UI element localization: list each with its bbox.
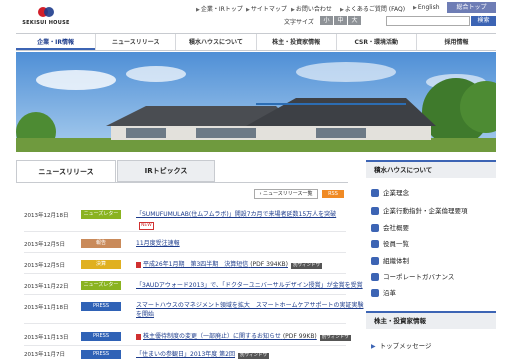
- philosophy-icon: [371, 189, 379, 197]
- arrow-icon: ▶: [246, 7, 250, 13]
- news-category-badge: PRESS: [81, 332, 121, 341]
- new-window-icon: 別ウィンドウ: [238, 353, 269, 359]
- row-divider: [24, 231, 346, 232]
- history-icon: [371, 289, 379, 297]
- pdf-icon: [136, 261, 141, 268]
- row-divider: [24, 345, 346, 346]
- row-divider: [24, 273, 346, 274]
- governance-icon: [371, 273, 379, 281]
- arrow-icon: ▶: [196, 7, 200, 13]
- search-button[interactable]: 検索: [471, 16, 496, 26]
- logo-text: SEKISUI HOUSE: [22, 20, 70, 26]
- news-title-link[interactable]: 株主優待制度の変更（一部廃止）に関するお知らせ (PDF 99KB) 別ウィンドウ: [136, 332, 351, 341]
- hero-image: [16, 52, 496, 152]
- news-title-link[interactable]: 平成26年1月期 第3四半期 決算短信 (PDF 394KB) 別ウィンドウ: [136, 260, 322, 269]
- sidebar-item-governance[interactable]: コーポレートガバナンス: [371, 270, 496, 284]
- row-divider: [24, 323, 346, 324]
- search-input[interactable]: [386, 16, 470, 26]
- tab-ir-topics[interactable]: IRトピックス: [117, 160, 215, 182]
- font-size-medium-button[interactable]: 中: [334, 16, 347, 25]
- news-row: 2013年12月5日 決算 平成26年1月期 第3四半期 決算短信 (PDF 3…: [24, 259, 346, 274]
- tab-news-release[interactable]: ニュースリリース: [16, 160, 116, 183]
- sidebar-item-philosophy[interactable]: 企業理念: [371, 186, 496, 200]
- logo-mark-icon: [38, 6, 54, 18]
- news-row: 2013年12月5日 報告 11月度受注速報: [24, 238, 346, 253]
- guideline-icon: [371, 207, 379, 215]
- building-icon: [371, 224, 379, 232]
- top-link-ir-top[interactable]: ▶企業・IRトップ: [196, 4, 243, 13]
- top-link-faq[interactable]: ▶よくあるご質問 (FAQ): [340, 4, 405, 13]
- news-title-link-cont[interactable]: を開始: [136, 310, 154, 319]
- news-row: 2013年11月22日 ニューズレター 「3AUDアウォード2013」で、「ドク…: [24, 280, 363, 295]
- font-size-large-button[interactable]: 大: [348, 16, 361, 25]
- font-size-small-button[interactable]: 小: [320, 16, 333, 25]
- sidebar-item-company[interactable]: 会社概要: [371, 221, 496, 235]
- house-photo: [16, 52, 496, 152]
- pdf-icon: [136, 333, 141, 340]
- news-row: 2013年12月18日 ニューズレター 「SUMUFUMULAB(住ムフムラボ)…: [24, 209, 346, 232]
- nav-about[interactable]: 積水ハウスについて: [175, 34, 255, 50]
- top-link-english[interactable]: ▶English: [413, 4, 440, 11]
- sidebar-item-guideline[interactable]: 企業行動指針・企業倫理要項: [371, 204, 496, 218]
- row-divider: [24, 252, 346, 253]
- corporate-top-button[interactable]: 総合トップ: [447, 2, 496, 13]
- news-category-badge: PRESS: [81, 302, 121, 311]
- news-row: 2013年11月13日 PRESS 株主優待制度の変更（一部廃止）に関するお知ら…: [24, 331, 351, 346]
- news-category-badge: 決算: [81, 260, 121, 269]
- news-date: 2013年11月18日: [24, 305, 69, 311]
- news-date: 2013年12月5日: [24, 263, 65, 269]
- global-nav: 企業・IR情報 ニュースリリース 積水ハウスについて 株主・投資家情報 CSR・…: [16, 33, 496, 51]
- sidebar-item-organization[interactable]: 組織体制: [371, 254, 496, 268]
- sidebar-heading-about: 積水ハウスについて: [366, 160, 496, 178]
- news-date: 2013年11月22日: [24, 284, 69, 290]
- new-window-icon: 別ウィンドウ: [290, 263, 322, 269]
- nav-news-release[interactable]: ニュースリリース: [95, 34, 175, 50]
- rss-button[interactable]: RSS: [322, 190, 344, 198]
- news-title-link[interactable]: 「SUMUFUMULAB(住ムフムラボ)」開設7カ月で来場者延数15万人を突破: [136, 210, 336, 219]
- news-category-badge: 報告: [81, 239, 121, 248]
- top-link-contact[interactable]: ▶お問い合わせ: [291, 4, 332, 13]
- people-icon: [371, 240, 379, 248]
- nav-corporate-ir[interactable]: 企業・IR情報: [16, 34, 96, 50]
- sekisui-house-logo[interactable]: SEKISUI HOUSE: [16, 6, 76, 30]
- sidebar-item-history[interactable]: 沿革: [371, 286, 496, 300]
- arrow-icon: ▶: [413, 5, 417, 11]
- font-size-label: 文字サイズ: [284, 19, 314, 26]
- top-link-sitemap[interactable]: ▶サイトマップ: [246, 4, 287, 13]
- tabs-divider: [16, 182, 348, 183]
- nav-investors[interactable]: 株主・投資家情報: [255, 34, 336, 50]
- news-row: 2013年11月7日 PRESS 「住まいの参観日」2013年度 第2回 別ウィン…: [24, 350, 346, 359]
- row-divider: [24, 294, 346, 295]
- news-title-link[interactable]: 11月度受注速報: [136, 239, 180, 248]
- sidebar-heading-investors: 株主・投資家情報: [366, 311, 496, 329]
- news-category-badge: ニューズレター: [81, 281, 121, 290]
- news-title-link[interactable]: スマートハウスのマネジメント領域を拡大 スマートホームケアサポートの実証実験: [136, 301, 363, 310]
- news-category-badge: ニューズレター: [81, 210, 121, 219]
- new-window-icon: 別ウィンドウ: [319, 335, 351, 341]
- news-date: 2013年12月5日: [24, 242, 65, 248]
- nav-recruit[interactable]: 採用情報: [415, 34, 496, 50]
- news-date: 2013年11月13日: [24, 335, 69, 341]
- news-title-link[interactable]: 「3AUDアウォード2013」で、「ドクターユニバーサルデザイン授賞」が金賞を受…: [136, 281, 363, 290]
- organization-icon: [371, 257, 379, 265]
- nav-csr[interactable]: CSR・環境活動: [335, 34, 416, 50]
- news-list-button[interactable]: › ニュースリリース一覧: [254, 189, 318, 199]
- arrow-icon: ▶: [371, 343, 376, 350]
- news-date: 2013年12月18日: [24, 213, 69, 219]
- arrow-icon: ▶: [340, 7, 344, 13]
- sidebar-item-top-message[interactable]: ▶ トップメッセージ: [371, 339, 496, 353]
- news-row: 2013年11月18日 PRESS スマートハウスのマネジメント領域を拡大 スマ…: [24, 301, 363, 324]
- new-tag: NEW: [139, 222, 154, 230]
- arrow-icon: ▶: [291, 7, 295, 13]
- news-date: 2013年11月7日: [24, 352, 65, 358]
- sidebar-item-officers[interactable]: 役員一覧: [371, 237, 496, 251]
